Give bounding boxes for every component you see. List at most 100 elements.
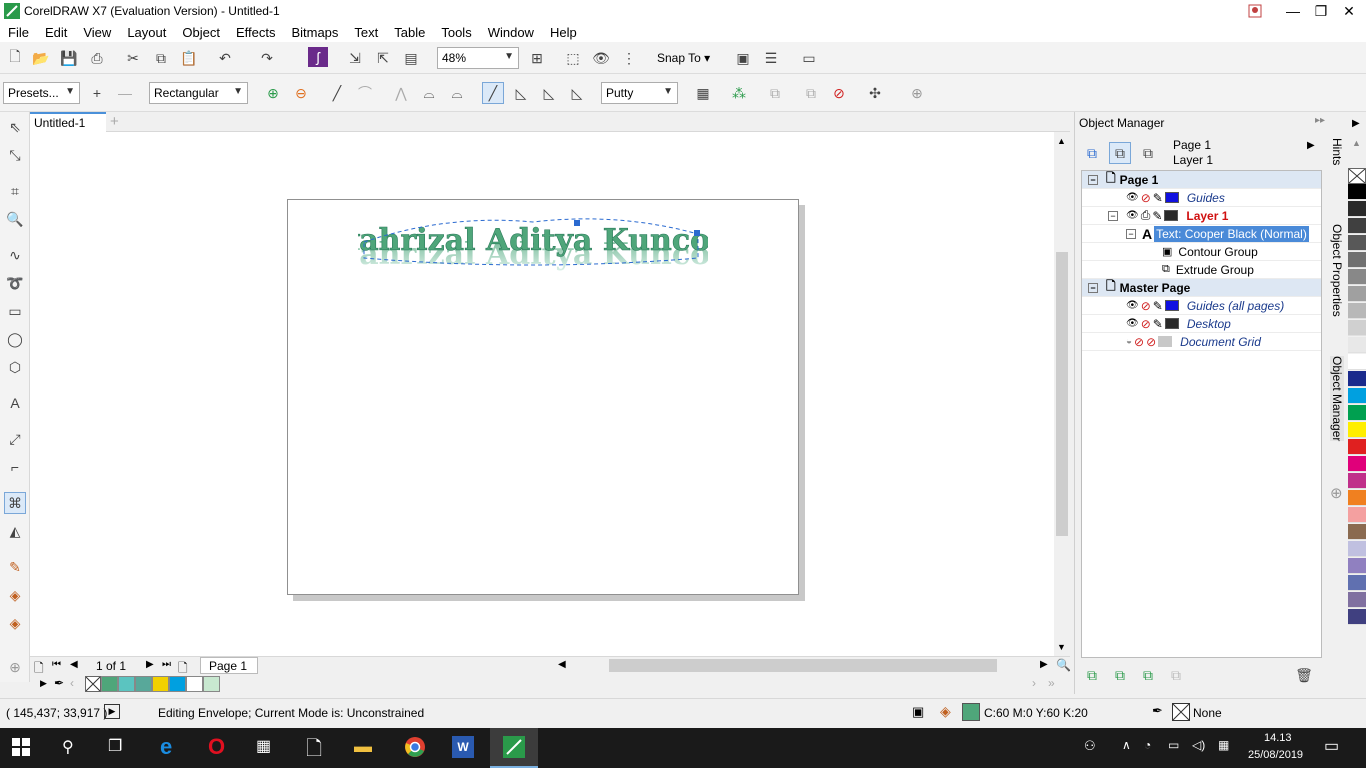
artistic-media-tool-icon[interactable]: ➰ [4,272,26,294]
menu-layout[interactable]: Layout [119,25,174,40]
pick-tool-icon[interactable]: ⇖ [4,116,26,138]
visibility-eye-icon[interactable]: 👁 [1126,318,1139,329]
envelope-node[interactable] [694,230,700,236]
convert-to-curve-icon[interactable]: ⌒ [354,82,376,104]
copy-envelope-icon[interactable]: ⧉ [800,82,822,104]
delete-icon[interactable]: 🗑 [1293,664,1315,686]
task-view-icon[interactable]: ❐ [108,736,122,756]
full-screen-preview-icon[interactable]: ⬚ [562,47,584,69]
fill-bucket-icon[interactable]: ◈ [940,703,951,720]
word-icon[interactable]: W [452,736,474,758]
visibility-eye-icon[interactable]: 👁 [1126,210,1139,221]
menu-object[interactable]: Object [174,25,228,40]
visibility-eye-icon[interactable]: ◒ [1126,336,1132,347]
palette-swatch[interactable] [1348,575,1366,591]
palette-swatch[interactable] [1348,524,1366,540]
document-color-swatch[interactable] [135,676,152,692]
collapse-icon[interactable]: − [1126,228,1136,239]
document-color-swatch[interactable] [186,676,203,692]
palette-swatch[interactable] [1348,269,1366,285]
print-disabled-icon[interactable]: ⊘ [1141,191,1151,205]
show-rulers-icon[interactable]: 👁 [590,47,612,69]
zoom-tool-icon[interactable]: 🔍 [4,208,26,230]
snap-to-dropdown[interactable]: Snap To ▾ [657,51,710,65]
coreldraw-taskbar-button[interactable] [490,728,538,768]
tree-row-text-object[interactable]: − A Text: Cooper Black (Normal) [1082,225,1321,243]
palette-swatch[interactable] [1348,337,1366,353]
device-icon[interactable]: ▦ [256,736,271,756]
symmetrical-node-icon[interactable]: ⌓ [446,82,468,104]
parallel-dimension-tool-icon[interactable]: ⤢ [4,428,26,450]
palette-swatch[interactable] [1348,456,1366,472]
chrome-browser-icon[interactable] [404,736,426,761]
single-arc-mode-icon[interactable]: ◺ [510,82,532,104]
zoom-level-combo[interactable]: 48% ▼ [437,47,519,69]
add-preset-icon[interactable]: + [86,82,108,104]
eyedropper-icon[interactable]: ✒ [54,676,64,690]
presets-combo[interactable]: Presets... ▼ [3,82,80,104]
envelope-node[interactable] [574,220,580,226]
edit-pencil-icon[interactable]: ✎ [1153,299,1163,313]
palette-swatch[interactable] [1348,303,1366,319]
open-icon[interactable]: 📂 [30,47,52,69]
tree-row-guides[interactable]: 👁 ⊘ ✎ Guides [1082,189,1321,207]
palette-swatch[interactable] [1348,405,1366,421]
keep-lines-icon[interactable]: ▦ [692,82,714,104]
navigator-zoom-icon[interactable]: 🔍 [1056,658,1071,672]
edit-pencil-icon[interactable]: ✎ [1152,209,1162,223]
action-center-icon[interactable]: ▭ [1324,736,1339,756]
add-node-icon[interactable]: ⊕ [262,82,284,104]
palette-swatch[interactable] [1348,218,1366,234]
menu-edit[interactable]: Edit [37,25,75,40]
edit-pencil-icon[interactable]: ✎ [1153,191,1163,205]
edit-across-layers-icon[interactable]: ⧉ [1109,142,1131,164]
new-master-layer-odd-icon[interactable]: ⧉ [1165,664,1187,686]
menu-table[interactable]: Table [386,25,433,40]
user-icon[interactable] [1238,0,1272,22]
layer-manager-view-icon[interactable]: ⧉ [1137,142,1159,164]
document-color-swatch[interactable] [169,676,186,692]
palette-swatch[interactable] [1348,541,1366,557]
vertical-scrollbar[interactable]: ▲ ▼ [1054,132,1070,656]
remove-preset-icon[interactable]: — [114,82,136,104]
visibility-eye-icon[interactable]: 👁 [1126,300,1139,311]
quick-customize-icon[interactable]: ⊕ [4,656,26,678]
options-icon[interactable]: ☰ [760,47,782,69]
file-icon[interactable]: 🗋 [306,734,322,768]
palette-swatch[interactable] [1348,286,1366,302]
keyboard-icon[interactable]: ▦ [1218,738,1229,752]
show-hidden-icons[interactable]: ∧ [1122,738,1131,752]
scroll-left-icon[interactable]: ◀ [558,659,566,670]
file-explorer-icon[interactable]: ▬ [354,736,372,757]
envelope-text-artwork[interactable]: Syahrizal Aditya Kuncoro Syahrizal Adity… [358,208,708,288]
visibility-eye-icon[interactable]: 👁 [1126,192,1139,203]
copy-icon[interactable]: ⧉ [150,47,172,69]
palette-swatch[interactable] [1348,320,1366,336]
menu-bitmaps[interactable]: Bitmaps [283,25,346,40]
menu-effects[interactable]: Effects [228,25,284,40]
undo-icon[interactable]: ↶ [214,47,236,69]
no-color-swatch[interactable] [85,676,101,692]
save-icon[interactable]: 💾 [58,47,80,69]
status-menu-icon[interactable]: ▶ [104,704,120,719]
new-master-layer-icon[interactable]: ⧉ [1109,664,1131,686]
welcome-screen-icon[interactable]: ▣ [732,47,754,69]
tab-untitled-1[interactable]: Untitled-1 [30,112,106,132]
freehand-tool-icon[interactable]: ∿ [4,244,26,266]
palette-swatch[interactable] [1348,473,1366,489]
horizontal-scroll-thumb[interactable] [609,659,997,672]
color-proof-icon[interactable]: ▣ [912,704,924,720]
menu-view[interactable]: View [75,25,119,40]
interactive-fill-tool-icon[interactable]: ◈ [4,584,26,606]
new-layer-icon[interactable]: ⧉ [1081,664,1103,686]
palette-scroll-left-icon[interactable]: ‹ [70,676,74,690]
vertical-scroll-thumb[interactable] [1056,252,1068,536]
show-object-properties-icon[interactable]: ⧉ [1081,142,1103,164]
palette-scroll-up-icon[interactable]: ▲ [1352,138,1361,148]
import-icon[interactable]: ⇲ [344,47,366,69]
new-master-layer-all-icon[interactable]: ⧉ [1137,664,1159,686]
fill-color-swatch[interactable] [962,703,980,721]
close-button[interactable]: ✕ [1332,0,1366,22]
edit-pencil-icon[interactable]: ✎ [1153,317,1163,331]
shape-tool-icon[interactable]: ⤡ [4,144,26,166]
